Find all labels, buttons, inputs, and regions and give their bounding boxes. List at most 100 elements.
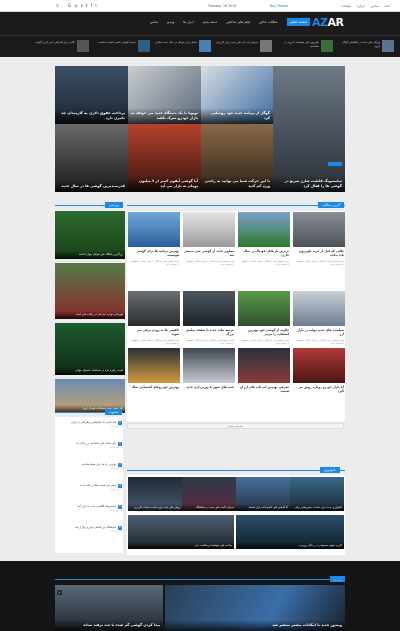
card-title: برترین بازیکنان فوتبال در سال جاری <box>243 249 289 258</box>
tech-item[interactable]: تکنولوژی جدید برای ساخت خودروهای برقی <box>290 477 344 511</box>
popular-item[interactable]: 4پیش بینی قیمت طلا در هفته آینده ۱۶ مهر ۱… <box>60 484 122 492</box>
hero-caption: گوگل از برنامه جدید خود رونمایی کرد <box>201 108 273 124</box>
ticker-thumb <box>138 40 150 52</box>
hero-tile[interactable]: پرداخت حقوق دلاری به کارمندان چه تاثیری … <box>55 66 128 124</box>
popular-item[interactable]: 1هک شدن یک اپلیکیشن پرطرفدار در ایران ۱۶ … <box>60 421 122 429</box>
featured-left-item[interactable]: آغاز فصل جدید مسابقات فوتبال اروپا <box>55 379 125 413</box>
top-links: خانه تماس درباره تبلیغات <box>341 4 390 8</box>
ticker-item[interactable]: تحلیل بازار موبایل در سال جدید میلادی <box>153 40 211 54</box>
card-image <box>183 212 235 247</box>
twitter-icon[interactable]: t <box>86 3 88 8</box>
ticker-thumb <box>260 40 272 52</box>
ticker-item[interactable]: تلویزیون های هوشمند اندروید را بشناسید <box>275 40 333 54</box>
tech-caption: ساعت های هوشمند و سلامت بدن <box>128 541 234 549</box>
ticker-text: نکاتی برای افزایش عمر باتری گوشی <box>34 41 75 44</box>
post-card[interactable]: بهترین خودروهای اقتصادی سال <box>128 348 180 420</box>
top-link-about[interactable]: درباره <box>357 4 365 8</box>
card-image <box>128 212 180 247</box>
ticker-text: معرفی لپ تاپ های جدید برای کاربران <box>216 41 258 44</box>
ticker-item[interactable]: معرفی لپ تاپ های جدید برای کاربران <box>214 40 272 54</box>
popular-date: ۱۶ مهر ۱۳۹۸ <box>110 508 122 512</box>
site-logo[interactable]: AZAR <box>312 16 352 30</box>
card-desc: لورم ایپسوم متن ساختگی با تولید سادگی نا… <box>241 260 289 267</box>
card-desc: لورم ایپسوم متن ساختگی با تولید سادگی نا… <box>186 260 234 267</box>
hero-tile[interactable]: تویوتا با یک دستگاه جدید می خواهد به باز… <box>128 66 201 124</box>
instagram-icon[interactable]: ◎ <box>74 3 78 8</box>
nav-special[interactable]: مطالب خاص <box>259 20 277 26</box>
card-image <box>128 291 180 326</box>
post-card[interactable]: برترین بازیکنان فوتبال در سال جاری لورم ا… <box>238 212 290 292</box>
nav-home[interactable]: صفحه اصلی <box>286 18 310 26</box>
category-badge <box>328 162 342 166</box>
nav-video[interactable]: ویدیو <box>167 20 174 26</box>
video-prev-arrow[interactable]: ‹ <box>57 590 62 595</box>
popular-item[interactable]: 3بهترین راه ها برای حفظ سلامتی ۱۶ مهر ۱۳۹… <box>60 463 122 471</box>
post-card[interactable]: معرفی بهترین لپ تاپ های ارزان قیمت <box>238 348 290 420</box>
popular-section-title: محبوب <box>105 409 123 415</box>
ticker-text: تحلیل بازار موبایل در سال جدید میلادی <box>155 41 197 44</box>
hero-tile[interactable]: با این حرکت شما می توانید به راحتی وزن ک… <box>201 124 273 192</box>
top-link-ads[interactable]: تبلیغات <box>341 4 350 8</box>
facebook-icon[interactable]: f <box>91 3 92 8</box>
card-image <box>183 348 235 383</box>
top-link-home[interactable]: خانه <box>384 4 390 8</box>
post-card[interactable]: تصاویر جدید از گوشی سی منتشر شد لورم ایپس… <box>183 212 235 292</box>
load-more-button[interactable]: نمایش بیشتر <box>127 423 344 429</box>
card-desc: لورم ایپسوم متن ساختگی با تولید سادگی نا… <box>296 339 344 346</box>
nav-category[interactable]: دسته بندی <box>203 20 218 26</box>
top-link-contact[interactable]: تماس <box>371 4 379 8</box>
hero-tile[interactable]: قدرتمندترین گوشی ها در سال جدید <box>55 124 128 192</box>
nav-contact[interactable]: تماس <box>150 20 158 26</box>
ticker-item[interactable]: ویژگی های جدید در اپلیکیشن گوگل کروم <box>336 40 394 54</box>
popular-item[interactable]: 6نمایشگاه بین المللی خودرو برگزار شد ۱۶ م… <box>60 526 122 534</box>
nav-featured[interactable]: فیلم های شاخص <box>226 20 250 26</box>
card-desc: لورم ایپسوم متن ساختگی با تولید سادگی نا… <box>296 260 344 267</box>
ticker-thumb <box>321 40 333 52</box>
card-title: نکاتی که قبل از خرید تلویزیون باید بدانی… <box>298 249 344 258</box>
post-card[interactable]: آیا بازار خودرو دوباره رونق می گیرد <box>293 348 345 420</box>
post-card[interactable]: بهترین برنامه ها برای گوشی هوشمند لورم ای… <box>128 212 180 292</box>
tech-item[interactable]: معرفی گجت های جدید در نمایشگاه <box>182 477 236 511</box>
card-title: بهترین برنامه ها برای گوشی هوشمند <box>136 249 179 258</box>
rss-icon[interactable]: ⌇ <box>95 3 97 8</box>
popular-item[interactable]: 2تاثیر شبکه های اجتماعی بر زندگی ما ۱۶ مه… <box>60 442 122 450</box>
ticker-item[interactable]: عرضه گوشی تاشو با قیمت مناسب <box>92 40 150 54</box>
card-desc: لورم ایپسوم متن ساختگی با تولید سادگی نا… <box>131 260 179 267</box>
main-nav: صفحه اصلی مطالب خاص فیلم های شاخص دسته ب… <box>150 18 310 26</box>
hero-tile[interactable]: آیا گوشی آیفون کمتر از ۷ میلیون تومان به… <box>128 124 201 192</box>
ticker-thumb <box>382 40 394 52</box>
hero-caption: تویوتا با یک دستگاه جدید می خواهد به باز… <box>128 108 201 124</box>
buy-theme-link[interactable]: Buy Theme <box>270 4 288 8</box>
tech-item[interactable]: ساعت های هوشمند و سلامت بدن <box>128 515 234 549</box>
tech-caption: تکنولوژی جدید برای ساخت خودروهای برقی <box>290 503 344 511</box>
popular-item[interactable]: 5سامسونگ گلکسی جدید به بازار آمد ۱۶ مهر ۱… <box>60 505 122 513</box>
social-icons: G ◎ v t f ⌇ <box>68 3 97 8</box>
post-card[interactable]: شب های شهر با نورپردازی جدید <box>183 348 235 420</box>
tech-item[interactable]: کاربرد هوش مصنوعی در زندگی روزمره <box>236 515 344 549</box>
video-section-line <box>55 579 345 580</box>
vimeo-icon[interactable]: v <box>81 3 83 8</box>
card-desc: لورم ایپسوم متن ساختگی با تولید سادگی نا… <box>131 339 179 346</box>
tech-caption: کاربرد هوش مصنوعی در زندگی روزمره <box>236 541 344 549</box>
hero-tile[interactable]: سامسونگ قابلیت شارژ سریع در گوشی ها را ف… <box>273 66 345 192</box>
tech-item[interactable]: آیا گوشی های تاشو آینده بازار هستند <box>236 477 290 511</box>
video-tile[interactable]: پیدا کردن گوشی گم شده با چند ترفند ساده <box>55 585 163 631</box>
ticker-item[interactable]: نکاتی برای افزایش عمر باتری گوشی <box>31 40 89 54</box>
hero-tile[interactable]: گوگل از برنامه جدید خود رونمایی کرد <box>201 66 273 124</box>
search-icon[interactable]: ⚲ <box>56 3 59 8</box>
popular-date: ۱۶ مهر ۱۳۹۸ <box>110 424 122 428</box>
featured-left-item[interactable]: بزرگترین باشگاه های فوتبال جهان کدامند <box>55 211 125 259</box>
nav-tools[interactable]: ابزار ها <box>183 20 193 26</box>
card-title: معرفی بهترین لپ تاپ های ارزان قیمت <box>239 385 289 394</box>
featured-left-item[interactable]: کسب رکورد تازه در مسابقات اسنوکر جهانی <box>55 323 125 375</box>
current-date: Tuesday, 16 2019 <box>208 4 237 8</box>
video-tile[interactable]: ویندوز جدید با امکانات بیشتر منتشر شد <box>165 585 345 631</box>
featured-left-item[interactable]: قهرمانی دوباره تیم ملی در رقابت های آسیا <box>55 263 125 319</box>
google-icon[interactable]: G <box>68 3 71 8</box>
card-desc: لورم ایپسوم متن ساختگی با تولید سادگی نا… <box>186 339 234 346</box>
ticker-thumb <box>199 40 211 52</box>
tech-item[interactable]: روش های جدید برای امنیت حساب کاربری <box>128 477 182 511</box>
hero-caption: با این حرکت شما می توانید به راحتی وزن ک… <box>201 176 273 192</box>
popular-date: ۱۶ مهر ۱۳۹۸ <box>110 487 122 491</box>
post-card[interactable]: نکاتی که قبل از خرید تلویزیون باید بدانی… <box>293 212 345 292</box>
